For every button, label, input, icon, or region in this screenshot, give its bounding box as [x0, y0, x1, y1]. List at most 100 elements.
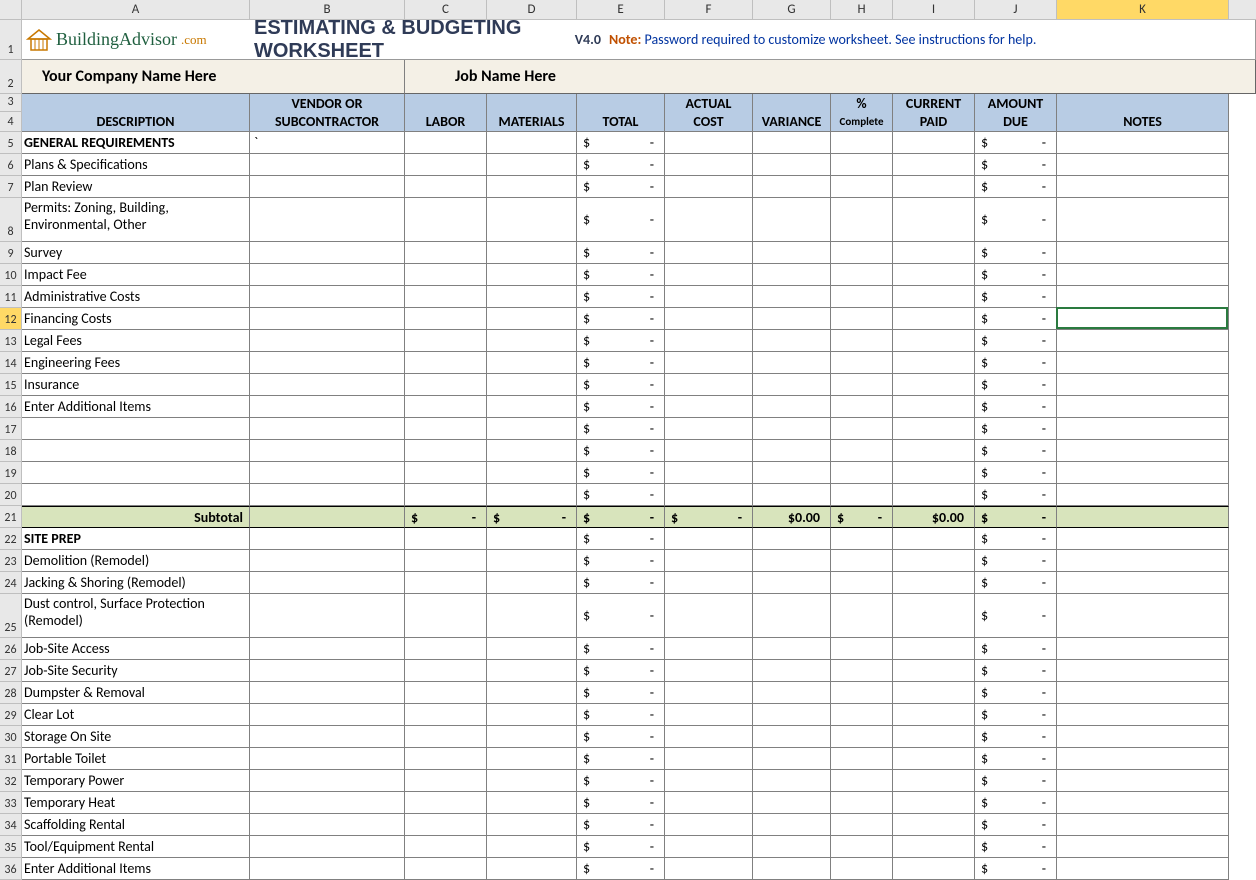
variance-cell[interactable] — [753, 770, 831, 792]
labor-cell[interactable] — [405, 814, 487, 836]
pct-cell[interactable] — [831, 374, 893, 396]
paid-cell[interactable] — [893, 462, 975, 484]
notes-cell[interactable] — [1057, 242, 1229, 264]
variance-cell[interactable] — [753, 638, 831, 660]
variance-cell[interactable] — [753, 858, 831, 880]
materials-cell[interactable] — [487, 264, 577, 286]
hdr-vendor-top[interactable]: VENDOR OR — [250, 94, 405, 112]
materials-cell[interactable] — [487, 396, 577, 418]
due-cell[interactable]: $- — [975, 396, 1057, 418]
vendor-cell[interactable]: ` — [250, 132, 405, 154]
labor-cell[interactable] — [405, 682, 487, 704]
notes-cell[interactable] — [1057, 462, 1229, 484]
paid-cell[interactable] — [893, 330, 975, 352]
vendor-cell[interactable] — [250, 374, 405, 396]
due-cell[interactable]: $- — [975, 528, 1057, 550]
paid-cell[interactable] — [893, 792, 975, 814]
row-header-30[interactable]: 30 — [0, 726, 22, 748]
pct-cell[interactable] — [831, 550, 893, 572]
actual-cell[interactable] — [665, 418, 753, 440]
materials-cell[interactable] — [487, 594, 577, 638]
labor-cell[interactable] — [405, 484, 487, 506]
company-name-cell-b[interactable] — [250, 60, 405, 94]
materials-cell[interactable] — [487, 440, 577, 462]
description-cell[interactable]: Portable Toilet — [22, 748, 250, 770]
actual-cell[interactable] — [665, 572, 753, 594]
notes-cell[interactable] — [1057, 704, 1229, 726]
materials-cell[interactable] — [487, 374, 577, 396]
paid-cell[interactable] — [893, 132, 975, 154]
row-header-16[interactable]: 16 — [0, 396, 22, 418]
due-cell[interactable]: $- — [975, 286, 1057, 308]
variance-cell[interactable] — [753, 814, 831, 836]
hdr-due-top[interactable]: AMOUNT — [975, 94, 1057, 112]
paid-cell[interactable] — [893, 154, 975, 176]
paid-cell[interactable] — [893, 308, 975, 330]
materials-cell[interactable] — [487, 154, 577, 176]
pct-cell[interactable] — [831, 198, 893, 242]
variance-cell[interactable] — [753, 264, 831, 286]
paid-cell[interactable] — [893, 594, 975, 638]
notes-cell[interactable] — [1057, 308, 1229, 330]
row-header-35[interactable]: 35 — [0, 836, 22, 858]
hdr-labor-top[interactable] — [405, 94, 487, 112]
labor-cell[interactable] — [405, 154, 487, 176]
total-cell[interactable]: $- — [577, 528, 665, 550]
total-cell[interactable]: $- — [577, 484, 665, 506]
subtotal-paid[interactable]: $0.00 — [893, 506, 975, 528]
description-cell[interactable]: Tool/Equipment Rental — [22, 836, 250, 858]
vendor-cell[interactable] — [250, 198, 405, 242]
hdr-materials-top[interactable] — [487, 94, 577, 112]
vendor-cell[interactable] — [250, 286, 405, 308]
actual-cell[interactable] — [665, 528, 753, 550]
paid-cell[interactable] — [893, 242, 975, 264]
row-header-24[interactable]: 24 — [0, 572, 22, 594]
due-cell[interactable]: $- — [975, 836, 1057, 858]
due-cell[interactable]: $- — [975, 748, 1057, 770]
description-cell[interactable]: SITE PREP — [22, 528, 250, 550]
pct-cell[interactable] — [831, 286, 893, 308]
labor-cell[interactable] — [405, 748, 487, 770]
description-cell[interactable]: Engineering Fees — [22, 352, 250, 374]
description-cell[interactable]: Jacking & Shoring (Remodel) — [22, 572, 250, 594]
paid-cell[interactable] — [893, 484, 975, 506]
notes-cell[interactable] — [1057, 198, 1229, 242]
vendor-cell[interactable] — [250, 242, 405, 264]
subtotal-labor[interactable]: $- — [405, 506, 487, 528]
total-cell[interactable]: $- — [577, 352, 665, 374]
vendor-cell[interactable] — [250, 814, 405, 836]
col-header-H[interactable]: H — [831, 0, 893, 19]
row-header-22[interactable]: 22 — [0, 528, 22, 550]
paid-cell[interactable] — [893, 528, 975, 550]
actual-cell[interactable] — [665, 594, 753, 638]
variance-cell[interactable] — [753, 440, 831, 462]
due-cell[interactable]: $- — [975, 572, 1057, 594]
row-header-33[interactable]: 33 — [0, 792, 22, 814]
labor-cell[interactable] — [405, 440, 487, 462]
vendor-cell[interactable] — [250, 154, 405, 176]
paid-cell[interactable] — [893, 748, 975, 770]
notes-cell[interactable] — [1057, 660, 1229, 682]
variance-cell[interactable] — [753, 726, 831, 748]
variance-cell[interactable] — [753, 352, 831, 374]
total-cell[interactable]: $- — [577, 440, 665, 462]
total-cell[interactable]: $- — [577, 858, 665, 880]
materials-cell[interactable] — [487, 132, 577, 154]
actual-cell[interactable] — [665, 682, 753, 704]
hdr-notes-top[interactable] — [1057, 94, 1229, 112]
due-cell[interactable]: $- — [975, 594, 1057, 638]
row-header-8[interactable]: 8 — [0, 198, 22, 242]
total-cell[interactable]: $- — [577, 242, 665, 264]
paid-cell[interactable] — [893, 374, 975, 396]
vendor-cell[interactable] — [250, 682, 405, 704]
paid-cell[interactable] — [893, 286, 975, 308]
vendor-cell[interactable] — [250, 418, 405, 440]
description-cell[interactable]: Permits: Zoning, Building, Environmental… — [22, 198, 250, 242]
description-cell[interactable]: Dumpster & Removal — [22, 682, 250, 704]
total-cell[interactable]: $- — [577, 132, 665, 154]
description-cell[interactable]: GENERAL REQUIREMENTS — [22, 132, 250, 154]
row-header-19[interactable]: 19 — [0, 462, 22, 484]
variance-cell[interactable] — [753, 836, 831, 858]
due-cell[interactable]: $- — [975, 770, 1057, 792]
due-cell[interactable]: $- — [975, 176, 1057, 198]
